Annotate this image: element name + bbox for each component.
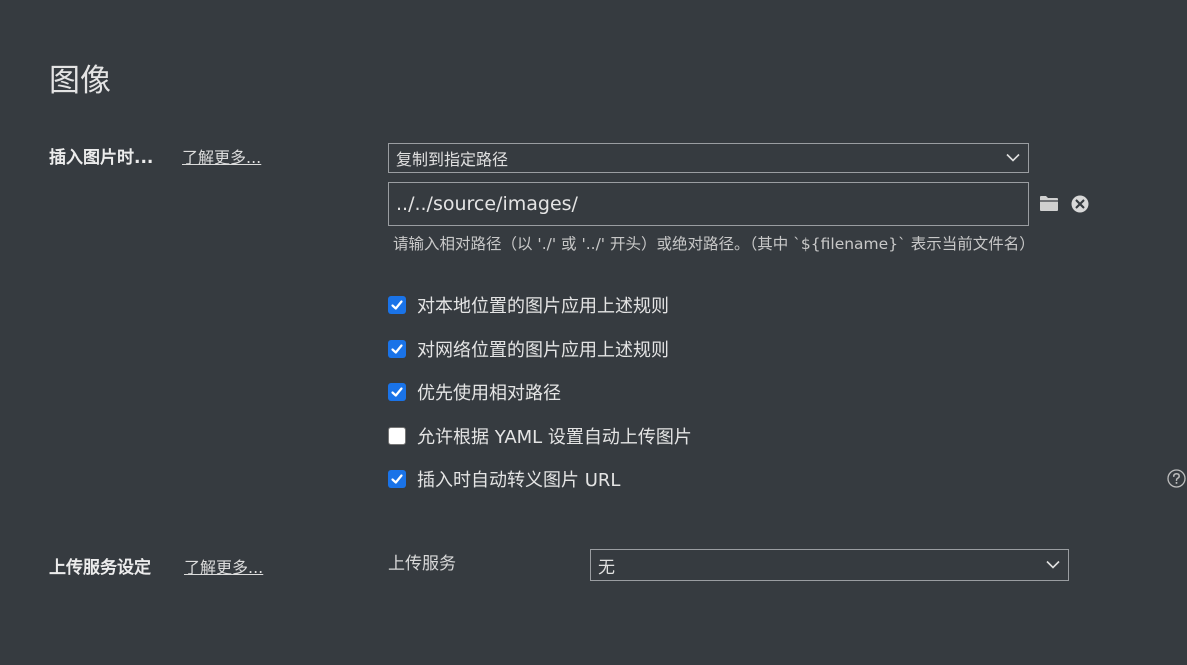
prefer-relative-label: 优先使用相对路径 [417, 383, 561, 404]
path-hint-text: 请输入相对路径（以 './' 或 '../' 开头）或绝对路径。（其中 `${f… [393, 235, 1035, 253]
option-yaml-upload: 允许根据 YAML 设置自动上传图片 [388, 424, 692, 448]
prefer-relative-checkbox[interactable] [388, 383, 406, 401]
upload-service-select-value: 无 [598, 557, 615, 578]
insert-image-label: 插入图片时... [49, 148, 154, 168]
option-local-images: 对本地位置的图片应用上述规则 [388, 293, 692, 317]
checkmark-icon [391, 474, 403, 484]
yaml-upload-checkbox[interactable] [388, 426, 406, 445]
insert-options-list: 对本地位置的图片应用上述规则 对网络位置的图片应用上述规则 优先使用相对路径 允… [388, 293, 692, 491]
option-network-images: 对网络位置的图片应用上述规则 [388, 337, 692, 361]
insert-action-select-value: 复制到指定路径 [396, 150, 509, 169]
checkmark-icon [391, 387, 403, 397]
local-images-label: 对本地位置的图片应用上述规则 [417, 296, 669, 317]
escape-url-label: 插入时自动转义图片 URL [417, 470, 621, 491]
chevron-down-icon [1046, 560, 1060, 569]
escape-url-checkbox[interactable] [388, 470, 406, 488]
checkmark-icon [391, 343, 403, 354]
option-escape-url: 插入时自动转义图片 URL [388, 467, 692, 491]
upload-learn-more-link[interactable]: 了解更多... [184, 557, 263, 579]
upload-service-select[interactable]: 无 [590, 549, 1069, 581]
section-title: 图像 [49, 63, 111, 99]
option-prefer-relative: 优先使用相对路径 [388, 380, 692, 404]
local-images-checkbox[interactable] [388, 296, 406, 314]
network-images-checkbox[interactable] [388, 339, 406, 358]
clear-icon[interactable] [1071, 195, 1089, 213]
yaml-upload-label: 允许根据 YAML 设置自动上传图片 [417, 426, 692, 448]
insert-image-learn-more-link[interactable]: 了解更多... [182, 147, 261, 169]
upload-service-settings-label: 上传服务设定 [49, 558, 151, 578]
network-images-label: 对网络位置的图片应用上述规则 [417, 339, 669, 361]
help-icon[interactable] [1167, 469, 1186, 488]
checkmark-icon [391, 300, 403, 310]
image-path-value: ../../source/images/ [396, 193, 578, 215]
insert-action-select[interactable]: 复制到指定路径 [388, 143, 1029, 173]
image-path-input[interactable]: ../../source/images/ [388, 182, 1029, 226]
chevron-down-icon [1006, 153, 1020, 162]
upload-service-label: 上传服务 [388, 554, 456, 574]
folder-icon[interactable] [1039, 195, 1059, 212]
